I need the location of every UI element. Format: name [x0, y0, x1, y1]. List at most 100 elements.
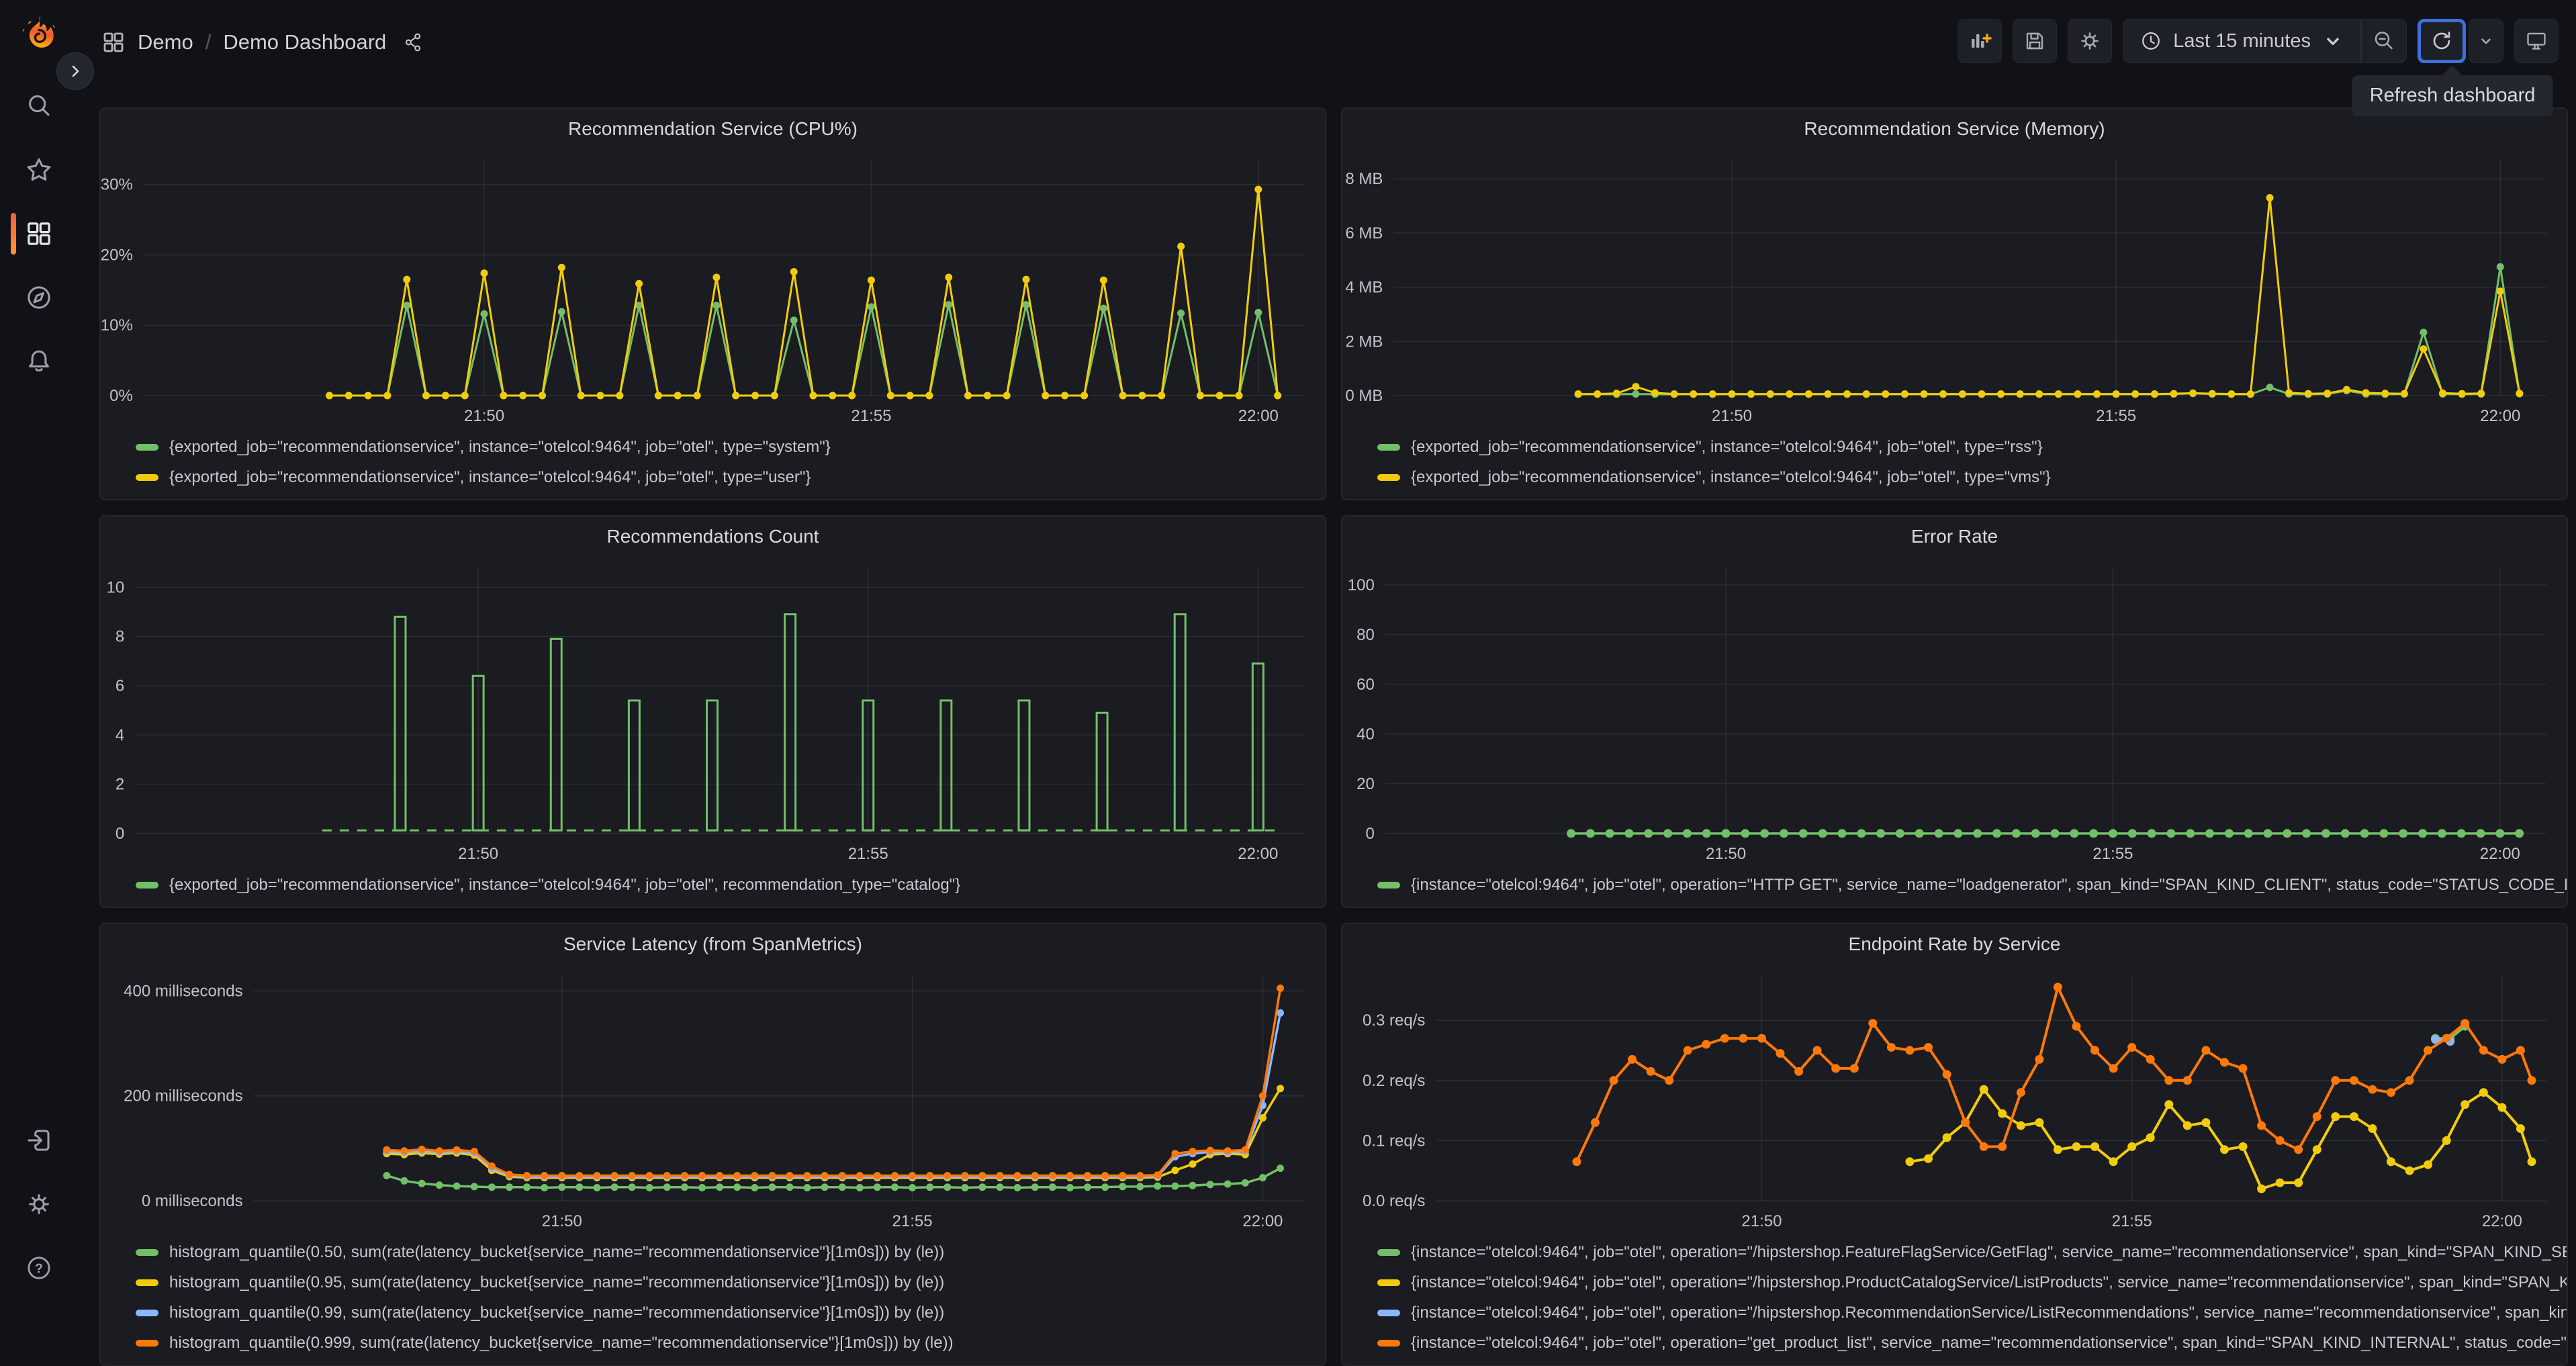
data-point[interactable] — [2350, 1076, 2358, 1085]
cycle-view-mode-button[interactable] — [2514, 19, 2559, 63]
data-point[interactable] — [2418, 829, 2427, 838]
data-point[interactable] — [2460, 1019, 2469, 1028]
legend-swatch[interactable] — [136, 1340, 158, 1347]
data-point[interactable] — [403, 302, 410, 309]
data-point[interactable] — [2166, 829, 2175, 838]
data-point[interactable] — [461, 392, 469, 400]
data-point[interactable] — [997, 1183, 1004, 1191]
data-point[interactable] — [2387, 1157, 2395, 1166]
data-point[interactable] — [1868, 1019, 1877, 1028]
data-point[interactable] — [2283, 829, 2291, 838]
data-point[interactable] — [1857, 829, 1866, 838]
data-point[interactable] — [733, 1183, 741, 1191]
data-point[interactable] — [1741, 829, 1749, 838]
data-point[interactable] — [2331, 1076, 2340, 1085]
data-point[interactable] — [1171, 1150, 1179, 1157]
timeseries-svg-latency[interactable]: 21:5021:5522:000 milliseconds200 millise… — [101, 964, 1325, 1234]
data-point[interactable] — [2247, 390, 2254, 398]
data-point[interactable] — [2186, 829, 2195, 838]
data-point[interactable] — [2362, 390, 2370, 397]
data-point[interactable] — [2239, 1142, 2248, 1151]
data-point[interactable] — [1119, 1172, 1126, 1179]
data-point[interactable] — [1757, 1034, 1766, 1043]
data-point[interactable] — [436, 1181, 443, 1189]
data-point[interactable] — [1171, 1183, 1179, 1190]
data-point[interactable] — [1277, 985, 1284, 992]
data-point[interactable] — [2128, 829, 2137, 838]
series-bar[interactable] — [941, 700, 952, 831]
data-point[interactable] — [1207, 1181, 1214, 1188]
data-point[interactable] — [839, 1172, 846, 1179]
data-point[interactable] — [926, 1183, 933, 1191]
legend-label[interactable]: {exported_job="recommendationservice", i… — [169, 438, 831, 457]
data-point[interactable] — [1684, 1046, 1692, 1055]
data-point[interactable] — [1799, 829, 1808, 838]
data-point[interactable] — [1683, 829, 1692, 838]
data-point[interactable] — [401, 1147, 408, 1154]
data-point[interactable] — [2201, 1118, 2210, 1127]
sidebar-item-dashboards[interactable] — [0, 205, 77, 263]
data-point[interactable] — [1786, 390, 1793, 398]
legend-swatch[interactable] — [136, 1279, 158, 1286]
data-point[interactable] — [1254, 309, 1262, 316]
data-point[interactable] — [1980, 1142, 1988, 1151]
data-point[interactable] — [594, 1172, 601, 1179]
data-point[interactable] — [829, 392, 836, 400]
data-point[interactable] — [481, 310, 488, 318]
data-point[interactable] — [1189, 1148, 1197, 1155]
data-point[interactable] — [681, 1183, 688, 1191]
series-bar[interactable] — [706, 700, 717, 831]
data-point[interactable] — [2424, 1046, 2432, 1055]
data-point[interactable] — [790, 268, 798, 275]
data-point[interactable] — [712, 274, 720, 281]
data-point[interactable] — [2276, 1136, 2285, 1145]
data-point[interactable] — [646, 1184, 653, 1191]
legend-swatch[interactable] — [1377, 444, 1400, 451]
data-point[interactable] — [1023, 301, 1030, 308]
data-point[interactable] — [2227, 390, 2235, 398]
data-point[interactable] — [2170, 390, 2178, 398]
data-point[interactable] — [2146, 1055, 2155, 1064]
chart-area-error-rate[interactable]: 21:5021:5522:00020406080100 — [1342, 557, 2567, 867]
data-point[interactable] — [1254, 186, 1262, 193]
series-bar[interactable] — [395, 617, 406, 830]
data-point[interactable] — [1624, 829, 1633, 838]
data-point[interactable] — [2424, 1160, 2432, 1169]
data-point[interactable] — [1876, 829, 1885, 838]
data-point[interactable] — [365, 392, 372, 400]
data-point[interactable] — [2035, 1118, 2043, 1127]
series-bar[interactable] — [629, 700, 639, 831]
data-point[interactable] — [1100, 305, 1107, 312]
data-point[interactable] — [2257, 1185, 2266, 1193]
data-point[interactable] — [383, 1172, 390, 1179]
data-point[interactable] — [2183, 1076, 2192, 1085]
data-point[interactable] — [716, 1172, 723, 1179]
data-point[interactable] — [771, 392, 778, 400]
data-point[interactable] — [1831, 1064, 1840, 1073]
data-point[interactable] — [887, 392, 894, 400]
data-point[interactable] — [1973, 829, 1982, 838]
data-point[interactable] — [2405, 1167, 2414, 1175]
data-point[interactable] — [1610, 1076, 1618, 1085]
data-point[interactable] — [611, 1172, 618, 1179]
data-point[interactable] — [1992, 829, 2001, 838]
data-point[interactable] — [2324, 390, 2331, 397]
data-point[interactable] — [1084, 1183, 1091, 1191]
data-point[interactable] — [1702, 1040, 1710, 1049]
data-point[interactable] — [2305, 390, 2312, 398]
data-point[interactable] — [874, 1183, 881, 1191]
data-point[interactable] — [2017, 1122, 2025, 1130]
data-point[interactable] — [2515, 829, 2524, 838]
data-point[interactable] — [1171, 1167, 1179, 1174]
timeseries-svg-error-rate[interactable]: 21:5021:5522:00020406080100 — [1342, 557, 2567, 867]
data-point[interactable] — [1242, 1146, 1249, 1154]
data-point[interactable] — [1031, 1183, 1039, 1191]
sidebar-item-alerting[interactable] — [0, 332, 77, 390]
data-point[interactable] — [945, 301, 952, 308]
data-point[interactable] — [646, 1172, 653, 1179]
data-point[interactable] — [383, 392, 391, 400]
data-point[interactable] — [1049, 1172, 1056, 1179]
data-point[interactable] — [1158, 392, 1165, 400]
data-point[interactable] — [2420, 345, 2427, 353]
data-point[interactable] — [1924, 1043, 1933, 1052]
